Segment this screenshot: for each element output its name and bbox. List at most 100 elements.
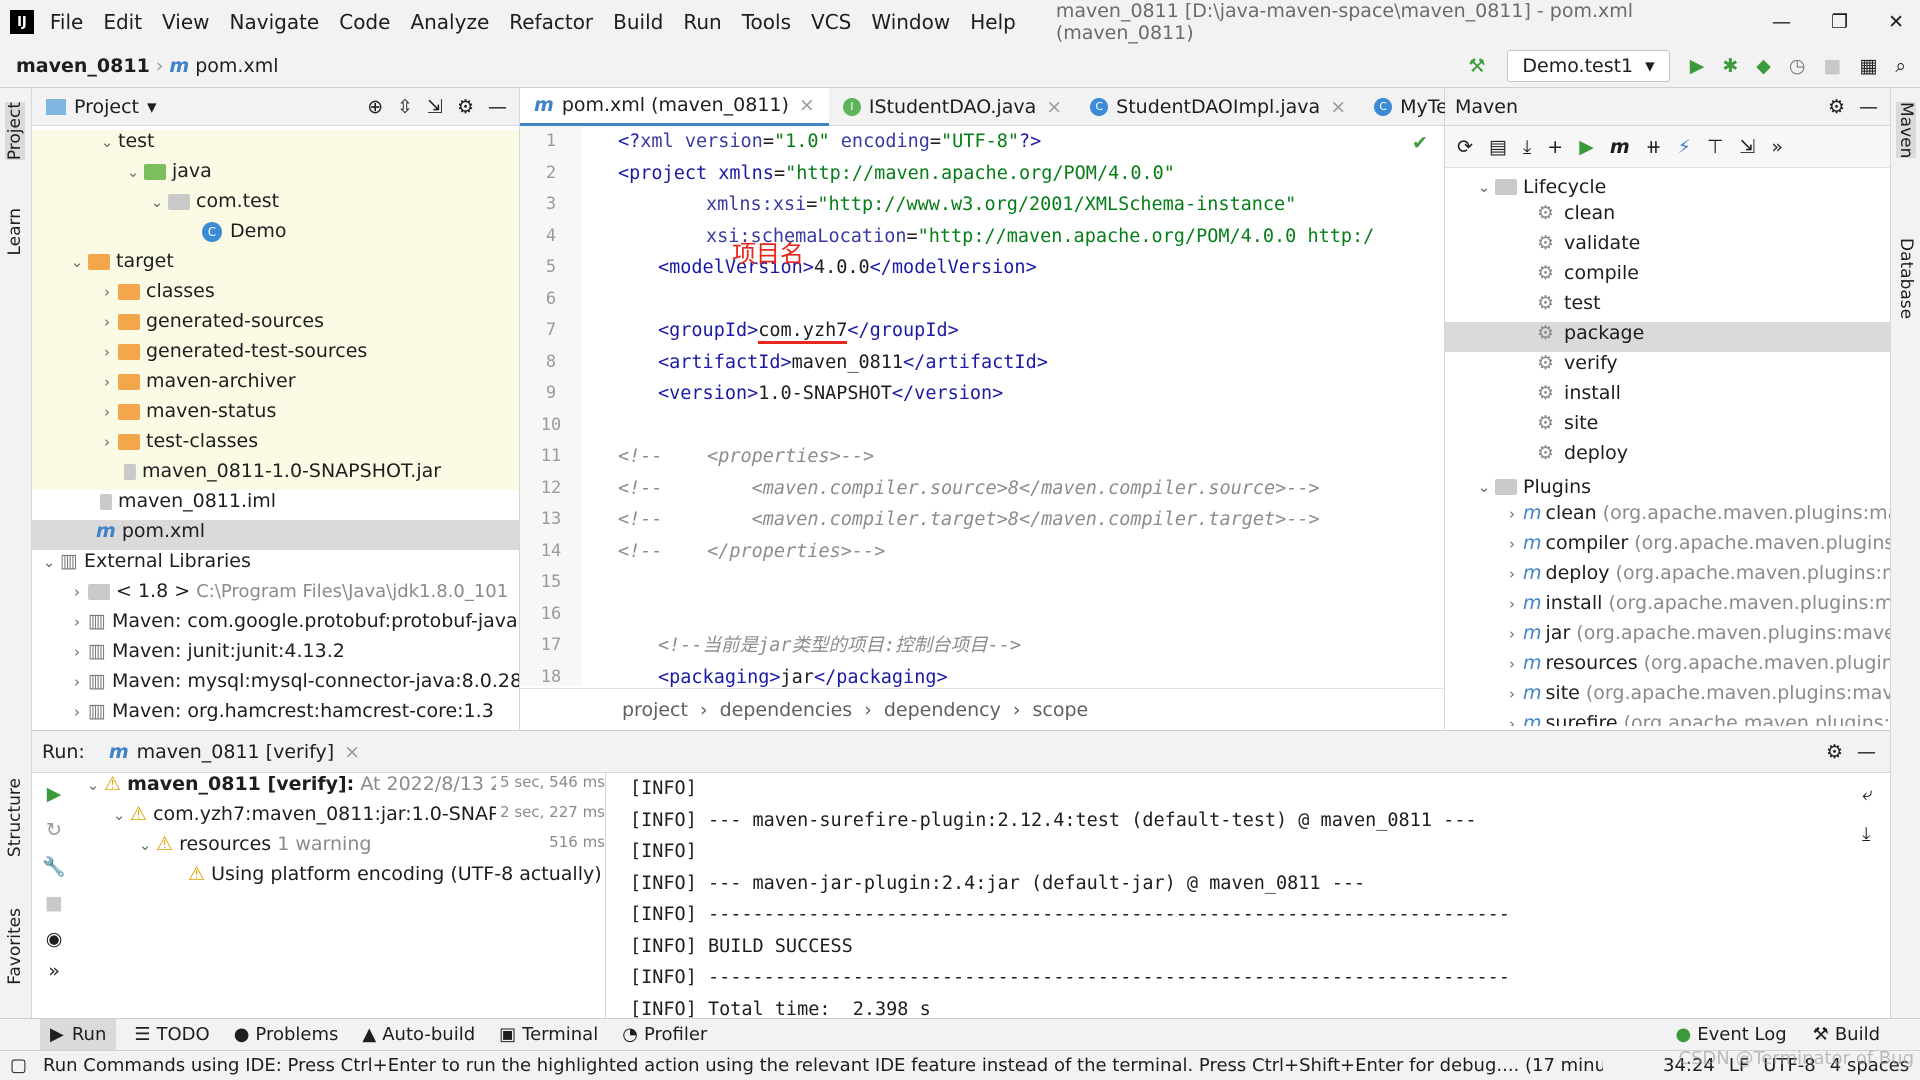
- menu-code[interactable]: Code: [339, 10, 390, 34]
- code-area[interactable]: <?xml version="1.0" encoding="UTF-8"?> <…: [618, 126, 1398, 693]
- tree-row[interactable]: › maven-status: [32, 400, 519, 430]
- tree-row[interactable]: ⚙ test: [1445, 292, 1890, 322]
- chevron-down-icon[interactable]: ⌄: [38, 553, 60, 571]
- menu-vcs[interactable]: VCS: [811, 10, 851, 34]
- chevron-right-icon[interactable]: ›: [96, 433, 118, 451]
- chevron-down-icon[interactable]: ⌄: [146, 193, 168, 211]
- tab-pom-xml[interactable]: m pom.xml (maven_0811) ×: [520, 87, 829, 126]
- tree-row[interactable]: › ▥ Maven: org.hamcrest:hamcrest-core:1.3: [32, 700, 519, 730]
- tree-row[interactable]: › ▥ Maven: junit:junit:4.13.2: [32, 640, 519, 670]
- chevron-right-icon[interactable]: ›: [1501, 505, 1523, 523]
- strip-learn[interactable]: Learn: [5, 208, 25, 256]
- menu-run[interactable]: Run: [683, 10, 721, 34]
- project-title[interactable]: Project: [74, 96, 139, 118]
- menu-help[interactable]: Help: [970, 10, 1016, 34]
- run-config-select[interactable]: Demo.test1 ▾: [1507, 49, 1670, 82]
- hide-icon[interactable]: —: [488, 96, 507, 118]
- tree-row[interactable]: ⌄ test: [32, 130, 519, 160]
- menu-navigate[interactable]: Navigate: [230, 10, 320, 34]
- tree-row[interactable]: m pom.xml: [32, 520, 519, 550]
- chevron-right-icon[interactable]: ›: [1501, 595, 1523, 613]
- tree-row[interactable]: C Demo: [32, 220, 519, 250]
- build-hammer-icon[interactable]: ⚒: [1468, 55, 1485, 77]
- tool-todo[interactable]: ☰ TODO: [134, 1024, 209, 1045]
- chevron-right-icon[interactable]: ›: [1501, 625, 1523, 643]
- chevron-right-icon[interactable]: ›: [66, 703, 88, 721]
- soft-wrap-icon[interactable]: ⤶: [1862, 783, 1873, 805]
- strip-database[interactable]: Database: [1896, 238, 1916, 319]
- menu-tools[interactable]: Tools: [742, 10, 791, 34]
- gear-icon[interactable]: ⚙: [457, 96, 474, 118]
- tree-row[interactable]: ⌄ Lifecycle: [1445, 172, 1890, 202]
- tree-row[interactable]: › ▥ Maven: com.google.protobuf:protobuf-ja…: [32, 610, 519, 640]
- more-icon[interactable]: »: [1771, 136, 1783, 158]
- show-dependencies-icon[interactable]: ⊤: [1707, 136, 1724, 158]
- rerun-icon[interactable]: ▶: [32, 783, 76, 805]
- tree-row[interactable]: › generated-sources: [32, 310, 519, 340]
- gear-icon[interactable]: ⚙: [1828, 96, 1845, 118]
- status-toggle-icon[interactable]: ▢: [10, 1055, 27, 1076]
- chevron-down-icon[interactable]: ⌄: [96, 133, 118, 151]
- tool-auto-build[interactable]: ▲ Auto-build: [362, 1024, 475, 1045]
- menu-analyze[interactable]: Analyze: [410, 10, 489, 34]
- tree-row[interactable]: ⚙ deploy: [1445, 442, 1890, 472]
- hide-icon[interactable]: —: [1859, 96, 1878, 118]
- offline-icon[interactable]: ⚡: [1678, 136, 1691, 158]
- tree-row[interactable]: › maven-archiver: [32, 370, 519, 400]
- tree-row[interactable]: ⌄ Plugins: [1445, 472, 1890, 502]
- tree-row[interactable]: ⚙ verify: [1445, 352, 1890, 382]
- chevron-right-icon[interactable]: ›: [96, 403, 118, 421]
- tool-run[interactable]: ▶ Run: [40, 1018, 117, 1051]
- tree-row[interactable]: › < 1.8 > C:\Program Files\Java\jdk1.8.0_…: [32, 580, 519, 610]
- tree-row[interactable]: › m install (org.apache.maven.plugins:mav: [1445, 592, 1890, 622]
- menu-file[interactable]: File: [50, 10, 83, 34]
- chevron-right-icon[interactable]: ›: [66, 643, 88, 661]
- collapse-icon[interactable]: ⇲: [1739, 136, 1755, 158]
- chevron-down-icon[interactable]: ⌄: [134, 836, 156, 854]
- coverage-icon[interactable]: ◆: [1756, 55, 1771, 77]
- tree-row[interactable]: › m site (org.apache.maven.plugins:maven: [1445, 682, 1890, 712]
- menu-view[interactable]: View: [162, 10, 209, 34]
- run-tab[interactable]: maven_0811 [verify]: [137, 741, 334, 763]
- close-tab-icon[interactable]: ×: [799, 94, 815, 116]
- debug-icon[interactable]: ✱: [1722, 55, 1738, 77]
- skip-tests-icon[interactable]: ⧺: [1646, 136, 1662, 158]
- tree-row[interactable]: ›mclean (org.apache.maven.plugins:mave: [1445, 502, 1890, 532]
- tab-istudentdao[interactable]: I IStudentDAO.java ×: [829, 88, 1076, 126]
- breadcrumb-project[interactable]: maven_0811: [16, 55, 150, 77]
- chevron-right-icon[interactable]: ›: [96, 283, 118, 301]
- chevron-down-icon[interactable]: ⌄: [82, 776, 104, 794]
- tree-row[interactable]: maven_0811.iml: [32, 490, 519, 520]
- tree-row[interactable]: ⌄ ⚠ com.yzh7:maven_0811:jar:1.0-SNAPSH 2 s…: [76, 803, 605, 833]
- tree-row[interactable]: › m compiler (org.apache.maven.plugins:n: [1445, 532, 1890, 562]
- tree-row[interactable]: › classes: [32, 280, 519, 310]
- tree-row[interactable]: ⌄ target: [32, 250, 519, 280]
- run-icon[interactable]: ▶: [1690, 55, 1705, 77]
- menu-edit[interactable]: Edit: [103, 10, 142, 34]
- chevron-right-icon[interactable]: ›: [1501, 655, 1523, 673]
- chevron-down-icon[interactable]: ▾: [147, 96, 157, 118]
- hide-icon[interactable]: —: [1857, 741, 1876, 763]
- breadcrumb-file[interactable]: pom.xml: [195, 55, 278, 77]
- tree-row[interactable]: › ▥ Maven: mysql:mysql-connector-java:8.0.…: [32, 670, 519, 700]
- strip-favorites[interactable]: Favorites: [5, 908, 25, 985]
- generate-sources-icon[interactable]: ▤: [1489, 136, 1507, 158]
- stop-icon[interactable]: ■: [1823, 55, 1841, 77]
- strip-project[interactable]: Project: [5, 102, 25, 161]
- search-everywhere-icon[interactable]: ⌕: [1895, 55, 1906, 77]
- locate-icon[interactable]: ⊕: [367, 96, 383, 118]
- eye-icon[interactable]: ◉: [32, 928, 76, 950]
- strip-structure[interactable]: Structure: [5, 778, 25, 857]
- tree-row[interactable]: › generated-test-sources: [32, 340, 519, 370]
- tree-row[interactable]: maven_0811-1.0-SNAPSHOT.jar: [32, 460, 519, 490]
- strip-maven[interactable]: Maven: [1896, 102, 1916, 159]
- console-output[interactable]: [INFO] [INFO] --- maven-surefire-plugin:…: [630, 773, 1860, 1020]
- chevron-down-icon[interactable]: ⌄: [1473, 178, 1495, 196]
- chevron-right-icon[interactable]: ›: [96, 343, 118, 361]
- restore-icon[interactable]: ❐: [1831, 11, 1848, 33]
- profile-icon[interactable]: ◷: [1789, 55, 1806, 77]
- tree-row[interactable]: ⚙ site: [1445, 412, 1890, 442]
- chevron-right-icon[interactable]: ›: [1501, 535, 1523, 553]
- tool-build[interactable]: ⚒ Build: [1813, 1024, 1880, 1045]
- chevron-down-icon[interactable]: ⌄: [122, 163, 144, 181]
